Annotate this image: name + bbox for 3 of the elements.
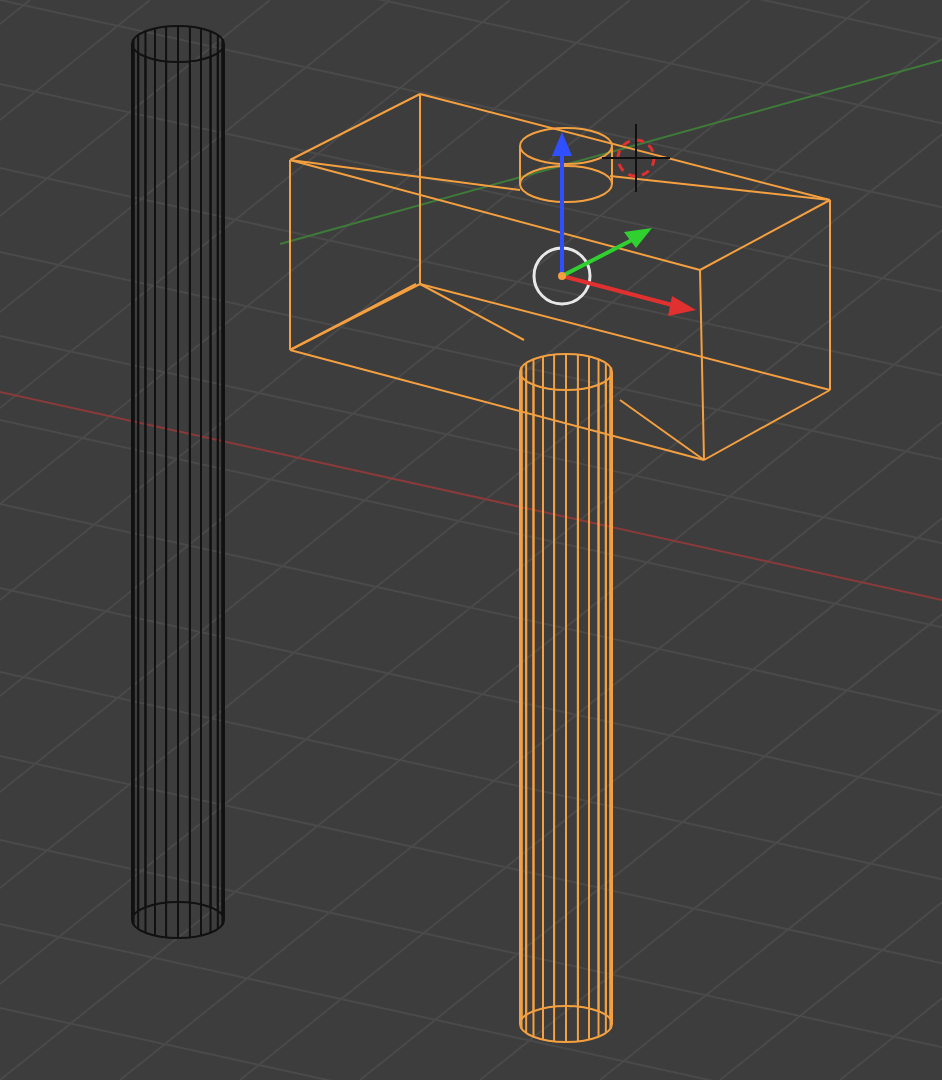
hammer-wireframe-drawing[interactable] bbox=[289, 93, 831, 1043]
transform-gizmo-drawing[interactable] bbox=[532, 132, 696, 316]
cursor-icon bbox=[601, 123, 671, 193]
